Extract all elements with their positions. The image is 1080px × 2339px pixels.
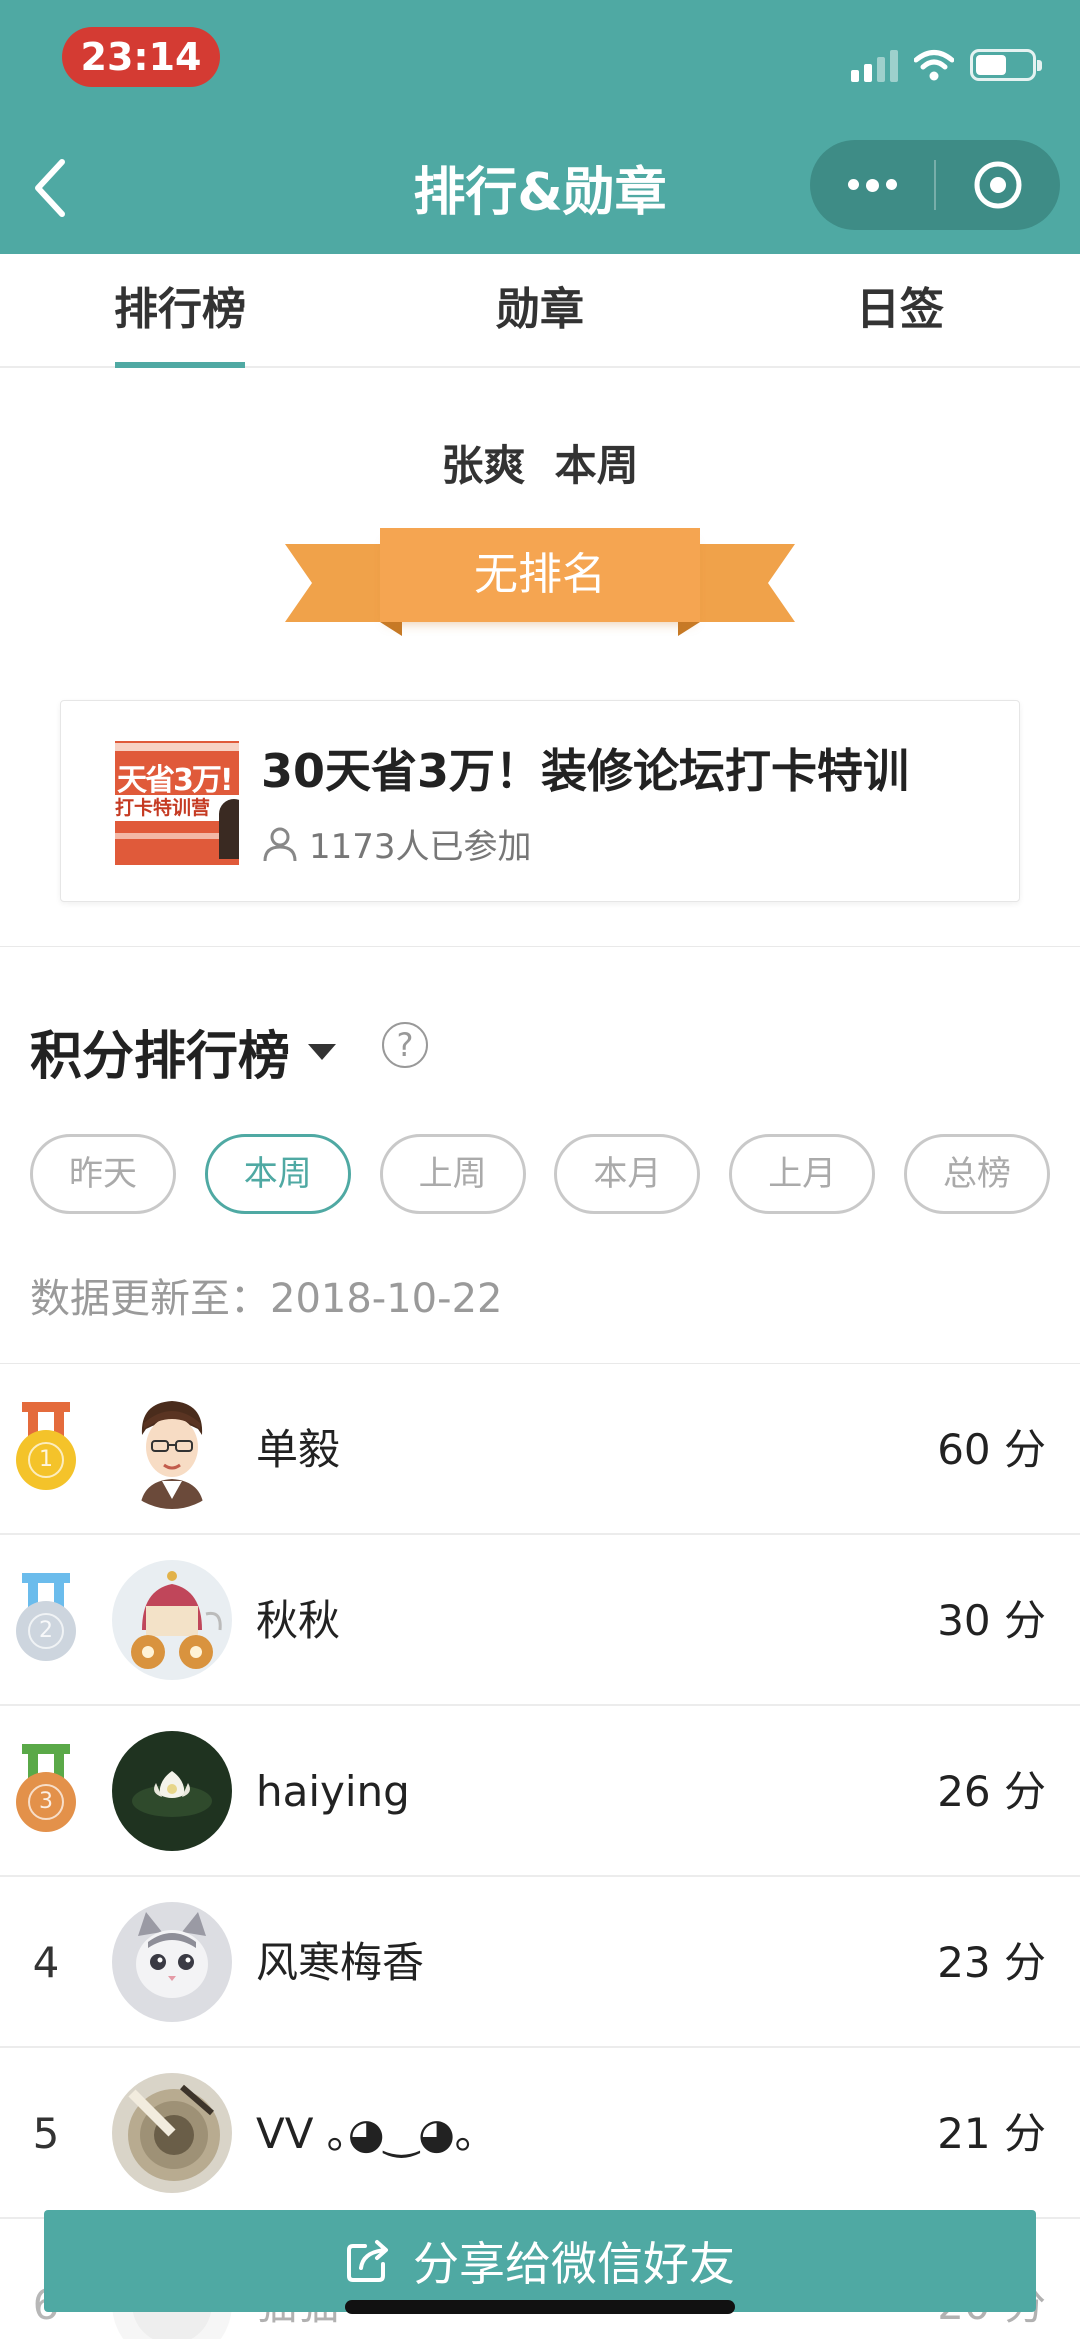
navigation-bar: 23:14 排行&勋章 <box>0 0 1080 254</box>
battery-icon <box>970 49 1042 81</box>
target-icon <box>974 161 1022 209</box>
rank-number: 5 <box>32 2109 60 2158</box>
rank-number: 4 <box>32 1938 60 1987</box>
user-name: 张爽 <box>441 441 526 490</box>
promo-participants: 1173人已参加 <box>261 819 532 868</box>
user-name: 风寒梅香 <box>256 1938 425 1987</box>
filter-yesterday[interactable]: 昨天 <box>30 1134 176 1214</box>
user-name: 秋秋 <box>256 1596 341 1645</box>
gold-medal-icon: 1 <box>14 1402 78 1490</box>
filter-last-week[interactable]: 上周 <box>379 1134 526 1214</box>
user-score: 30 分 <box>937 1596 1046 1645</box>
avatar[interactable] <box>112 1731 232 1851</box>
tab-medals[interactable]: 勋章 <box>360 254 720 366</box>
avatar[interactable] <box>112 1560 232 1680</box>
filter-this-week[interactable]: 本周 <box>204 1134 351 1214</box>
ranking-row[interactable]: 3 haiying 26 分 <box>0 1706 1080 1877</box>
user-score: 26 分 <box>937 1767 1046 1816</box>
avatar[interactable] <box>112 1902 232 2022</box>
ranking-row[interactable]: 1 单毅 60 分 <box>0 1364 1080 1535</box>
person-icon <box>263 827 297 861</box>
signal-icon <box>851 48 898 82</box>
wifi-icon <box>914 50 954 81</box>
period-filters: 昨天 本周 上周 本月 上月 总榜 <box>30 1134 1050 1214</box>
promo-card[interactable]: 天省3万! 打卡特训营 30天省3万！装修论坛打卡特训 1173人已参加 <box>60 700 1020 902</box>
leaderboard-title: 积分排行榜 <box>30 1027 291 1087</box>
ranking-row[interactable]: 2 秋秋 30 分 <box>0 1535 1080 1706</box>
filter-all-time[interactable]: 总榜 <box>903 1134 1050 1214</box>
user-period: 本周 <box>554 441 639 490</box>
close-program-button[interactable] <box>936 140 1060 230</box>
leaderboard-type-dropdown[interactable]: 积分排行榜 <box>30 1014 337 1089</box>
help-icon[interactable]: ? <box>382 1022 428 1068</box>
more-icon <box>847 178 897 192</box>
ranking-row[interactable]: 5 VV ｡◕‿◕｡ 21 分 <box>0 2048 1080 2219</box>
user-period-line: 张爽 本周 <box>0 432 1080 493</box>
share-label: 分享给微信好友 <box>413 2237 735 2291</box>
mini-program-capsule <box>810 140 1060 230</box>
promo-thumbnail: 天省3万! 打卡特训营 <box>115 741 239 865</box>
silver-medal-icon: 2 <box>14 1573 78 1661</box>
tab-daily-sign[interactable]: 日签 <box>720 254 1080 366</box>
avatar[interactable] <box>112 1389 232 1509</box>
ranking-list: 1 单毅 60 分 2 秋秋 30 分 3 haiying 26 分 4 风寒梅… <box>0 1364 1080 2339</box>
user-score: 21 分 <box>937 2109 1046 2158</box>
user-score: 60 分 <box>937 1425 1046 1474</box>
tab-bar: 排行榜 勋章 日签 <box>0 254 1080 368</box>
avatar[interactable] <box>112 2073 232 2193</box>
user-name: 单毅 <box>256 1425 341 1474</box>
user-score: 23 分 <box>937 1938 1046 1987</box>
filter-last-month[interactable]: 上月 <box>729 1134 876 1214</box>
rank-ribbon: 无排名 <box>285 528 795 638</box>
rank-badge: 无排名 <box>380 528 700 622</box>
status-icons <box>851 40 1042 90</box>
filter-this-month[interactable]: 本月 <box>554 1134 701 1214</box>
share-icon <box>347 2240 388 2282</box>
home-indicator <box>345 2300 735 2314</box>
share-button[interactable]: 分享给微信好友 <box>44 2210 1036 2312</box>
tab-ranking[interactable]: 排行榜 <box>0 254 360 368</box>
update-date: 2018-10-22 <box>270 1276 503 1322</box>
more-button[interactable] <box>810 140 934 230</box>
bronze-medal-icon: 3 <box>14 1744 78 1832</box>
user-name: VV ｡◕‿◕｡ <box>256 2109 476 2158</box>
caret-down-icon <box>308 1043 337 1060</box>
user-name: haiying <box>256 1767 410 1816</box>
status-time: 23:14 <box>62 27 220 87</box>
update-label: 数据更新至： <box>30 1276 270 1322</box>
ranking-row[interactable]: 4 风寒梅香 23 分 <box>0 1877 1080 2048</box>
promo-title: 30天省3万！装修论坛打卡特训 <box>261 744 910 798</box>
update-info: 数据更新至：2018-10-22 <box>30 1266 502 1324</box>
